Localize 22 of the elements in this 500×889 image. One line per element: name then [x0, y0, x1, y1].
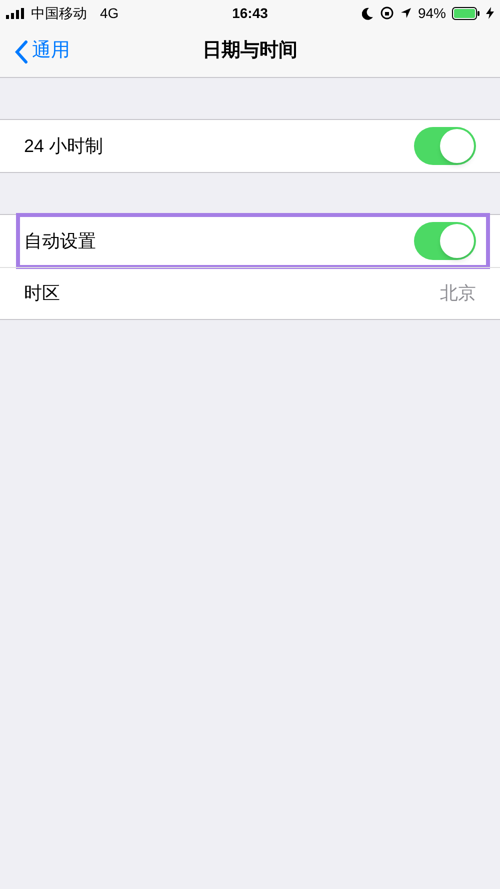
moon-icon: [362, 6, 374, 20]
rotation-lock-icon: [380, 6, 394, 20]
toggle-switch[interactable]: [414, 222, 476, 260]
settings-row[interactable]: 24 小时制: [0, 120, 500, 172]
carrier-name: 中国移动: [31, 4, 87, 22]
chevron-left-icon: [14, 40, 28, 64]
battery-icon: [452, 6, 480, 20]
battery-percent: 94%: [418, 4, 446, 22]
settings-row[interactable]: 时区 北京: [0, 267, 500, 319]
signal-icon: [6, 8, 26, 18]
row-label: 自动设置: [24, 230, 96, 252]
row-value: 北京: [440, 283, 476, 303]
row-label: 时区: [24, 282, 60, 305]
back-button[interactable]: 通用: [0, 37, 70, 66]
location-arrow-icon: [400, 7, 412, 19]
row-label: 24 小时制: [24, 134, 104, 158]
page-title: 日期与时间: [202, 39, 298, 64]
settings-row[interactable]: 自动设置: [0, 215, 500, 267]
toggle-switch[interactable]: [414, 127, 476, 165]
charging-bolt-icon: [486, 7, 494, 19]
network-type: 4G: [100, 4, 119, 22]
status-time: 16:43: [232, 4, 268, 22]
